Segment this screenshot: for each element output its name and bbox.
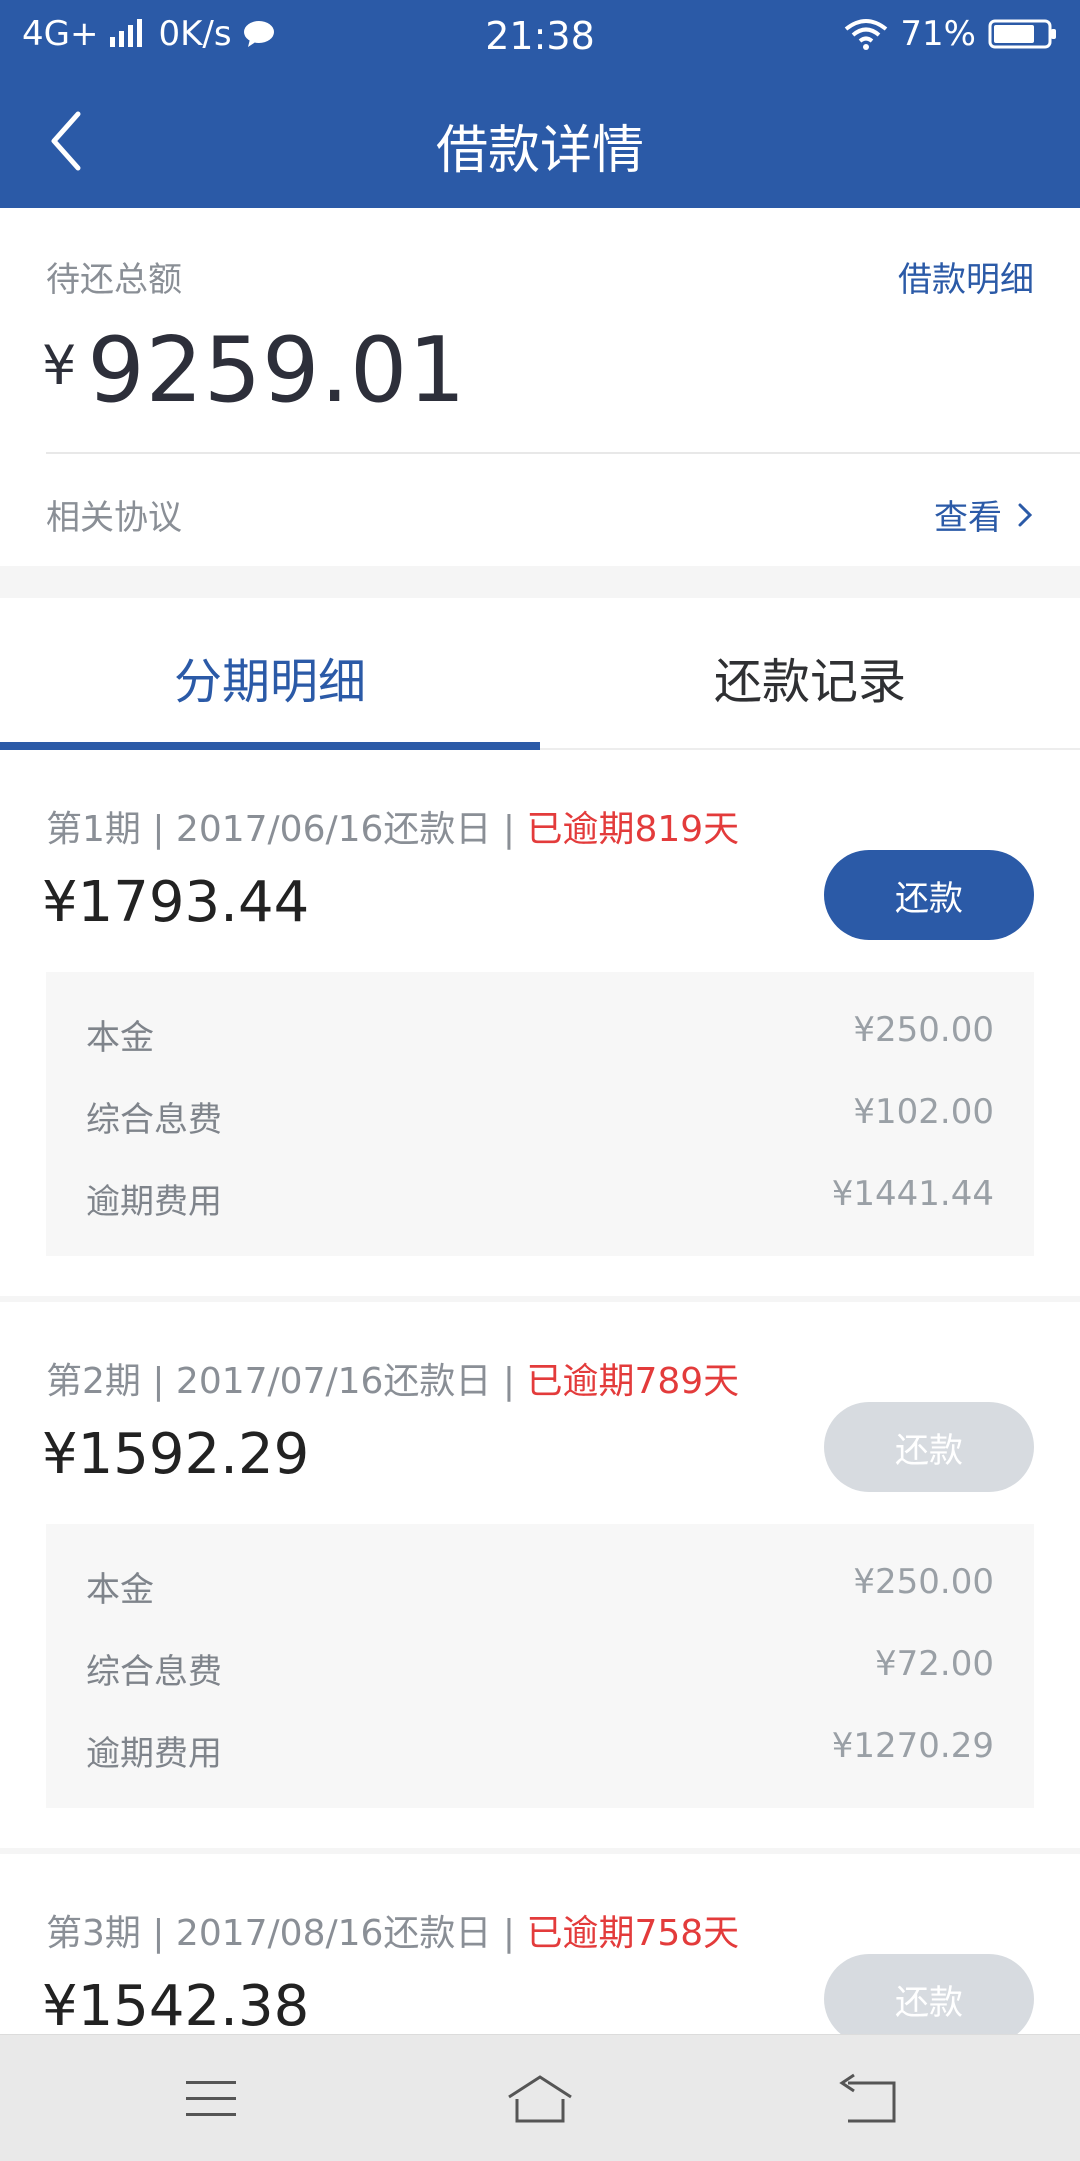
installment-meta: 第3期 | 2017/08/16还款日 | 已逾期758天 [46,1913,740,1954]
interest-fee-row: 综合息费 ¥72.00 [86,1644,994,1694]
installment-period: 第3期 [46,1913,141,1954]
status-bar: 4G+ 0K/s 21:38 71% [0,0,1080,70]
total-due-amount: ¥9259.01 [42,318,467,423]
currency-symbol: ¥ [42,334,78,397]
app-header: 借款详情 [0,70,1080,208]
installment-due-date: 2017/07/16还款日 [175,1361,492,1402]
breakdown-value: ¥72.00 [875,1644,994,1684]
agreement-label: 相关协议 [46,498,182,538]
repay-button[interactable]: 还款 [824,850,1034,940]
installment-meta: 第1期 | 2017/06/16还款日 | 已逾期819天 [46,809,740,850]
breakdown-value: ¥1441.44 [831,1174,994,1214]
active-tab-indicator [0,742,540,750]
divider [46,452,1080,454]
overdue-status: 已逾期758天 [526,1913,740,1954]
loan-details-link[interactable]: 借款明细 [898,252,1034,301]
installment-card: 第2期 | 2017/07/16还款日 | 已逾期789天 ¥1592.29 还… [0,1302,1080,1848]
breakdown-label: 本金 [86,1018,154,1058]
page-title: 借款详情 [435,121,644,181]
breakdown-value: ¥250.00 [853,1010,994,1050]
view-agreement-link[interactable]: 查看 [934,490,1034,539]
battery-percent: 71% [900,14,976,54]
overdue-fee-row: 逾期费用 ¥1441.44 [86,1174,994,1224]
battery-icon [988,19,1056,49]
breakdown-value: ¥102.00 [853,1092,994,1132]
installment-card: 第1期 | 2017/06/16还款日 | 已逾期819天 ¥1793.44 还… [0,750,1080,1296]
view-label: 查看 [934,498,1002,538]
installment-due-date: 2017/08/16还款日 [175,1913,492,1954]
installment-breakdown: 本金 ¥250.00 综合息费 ¥102.00 逾期费用 ¥1441.44 [46,972,1034,1256]
repay-button[interactable]: 还款 [824,1402,1034,1492]
installment-amount: ¥1542.38 [42,1974,310,2034]
installment-amount: ¥1592.29 [42,1422,310,1487]
tab-bar: 分期明细 还款记录 [0,598,1080,750]
breakdown-label: 综合息费 [86,1100,222,1140]
installment-due-date: 2017/06/16还款日 [175,809,492,850]
overdue-status: 已逾期819天 [526,809,740,850]
breakdown-value: ¥1270.29 [831,1726,994,1766]
breakdown-label: 逾期费用 [86,1182,222,1222]
installment-period: 第1期 [46,809,141,850]
repay-button[interactable]: 还款 [824,1954,1034,2034]
breakdown-label: 综合息费 [86,1652,222,1692]
interest-fee-row: 综合息费 ¥102.00 [86,1092,994,1142]
system-nav-bar [0,2034,1080,2161]
installment-amount: ¥1793.44 [42,870,310,935]
total-due-label: 待还总额 [46,260,182,300]
installment-breakdown: 本金 ¥250.00 综合息费 ¥72.00 逾期费用 ¥1270.29 [46,1524,1034,1808]
back-icon[interactable] [824,2071,914,2127]
breakdown-label: 逾期费用 [86,1734,222,1774]
loan-summary: 待还总额 借款明细 ¥9259.01 相关协议 查看 [0,208,1080,566]
menu-icon[interactable] [166,2071,256,2127]
principal-row: 本金 ¥250.00 [86,1562,994,1612]
overdue-status: 已逾期789天 [526,1361,740,1402]
overdue-fee-row: 逾期费用 ¥1270.29 [86,1726,994,1776]
tab-installments[interactable]: 分期明细 [0,642,540,712]
status-right: 71% [844,14,1058,54]
wifi-icon [845,19,888,50]
principal-row: 本金 ¥250.00 [86,1010,994,1060]
installment-card: 第3期 | 2017/08/16还款日 | 已逾期758天 ¥1542.38 还… [0,1854,1080,2034]
tab-repayment-records[interactable]: 还款记录 [540,642,1080,712]
chevron-right-icon [1018,503,1033,526]
home-icon[interactable] [495,2071,585,2127]
installment-meta: 第2期 | 2017/07/16还款日 | 已逾期789天 [46,1361,740,1402]
installment-period: 第2期 [46,1361,141,1402]
breakdown-value: ¥250.00 [853,1562,994,1602]
breakdown-label: 本金 [86,1570,154,1610]
total-amount-value: 9259.01 [87,318,467,423]
